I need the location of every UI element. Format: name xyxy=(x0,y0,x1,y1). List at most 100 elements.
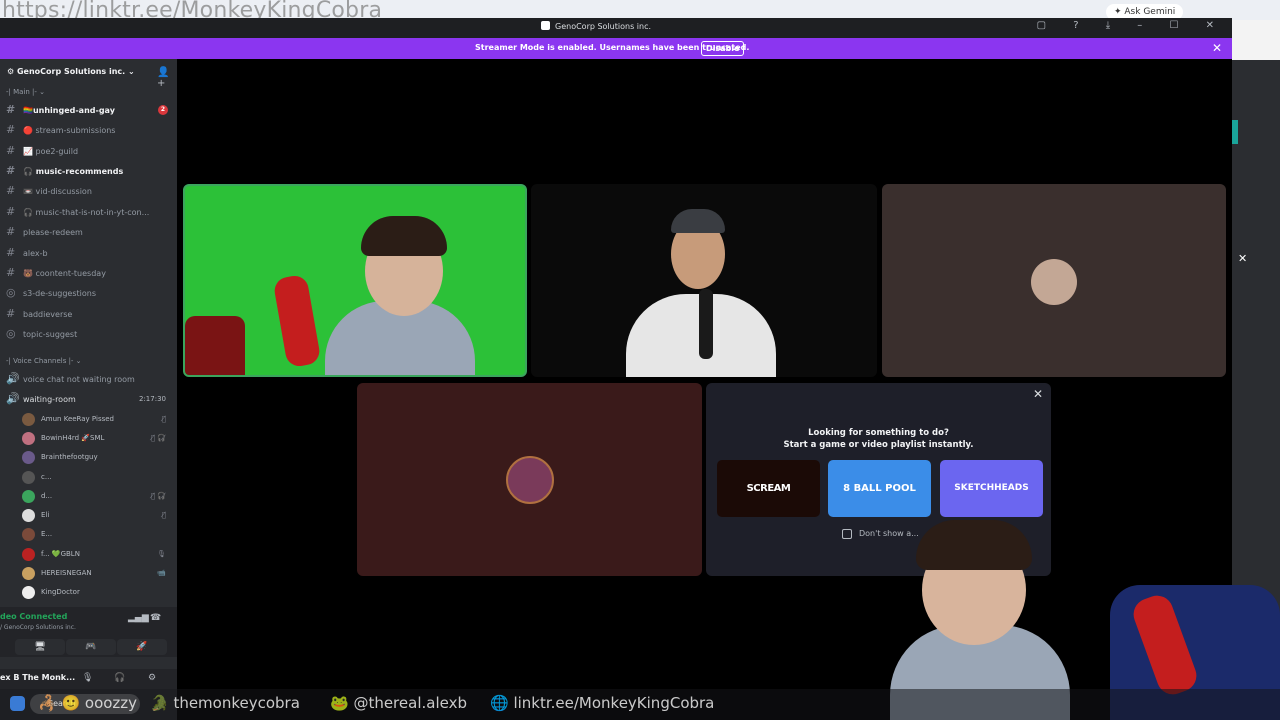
participant-avatar xyxy=(1031,259,1077,305)
avatar xyxy=(22,508,35,522)
video-tile-avatar[interactable] xyxy=(882,184,1226,377)
voice-user[interactable]: Amun KeeRay Pissed 🎙̸ xyxy=(22,411,172,427)
chair-shape xyxy=(185,316,245,375)
activity-button[interactable]: 🎮 xyxy=(66,639,116,655)
user-name: d... xyxy=(41,492,53,500)
activity-title: Looking for something to do? xyxy=(808,428,949,438)
voice-timer: 2:17:30 xyxy=(139,395,166,403)
close-icon[interactable]: ✕ xyxy=(1033,387,1043,401)
voice-user[interactable]: HEREISNEGAN 📹 xyxy=(22,565,172,581)
hash-icon: # xyxy=(6,184,16,197)
category-main[interactable]: -| Main |- ⌄ xyxy=(6,88,45,96)
discord-window-icon xyxy=(541,21,550,30)
participant-avatar xyxy=(506,456,554,504)
app-icon[interactable] xyxy=(10,696,25,711)
avatar xyxy=(22,547,35,561)
channel-item[interactable]: ◎ topic-suggest xyxy=(6,326,172,342)
current-user-name[interactable]: ex B The Monk... xyxy=(0,673,75,682)
signal-icon[interactable]: ▂▄▆ xyxy=(128,613,149,623)
person-hair xyxy=(916,520,1032,570)
video-tile-dark[interactable] xyxy=(531,184,877,377)
dont-show-checkbox[interactable] xyxy=(842,529,852,539)
hash-icon: # xyxy=(6,266,16,279)
channel-item[interactable]: # 📈 poe2-guild xyxy=(6,143,172,159)
banner-close-icon[interactable]: ✕ xyxy=(1212,41,1222,55)
voice-buttons: 🖥 🎮 🚀 xyxy=(0,639,177,655)
voice-channel-item[interactable]: 🔊 waiting-room 2:17:30 xyxy=(6,391,172,407)
voice-user[interactable]: d... 🎙̸ 🎧̸ xyxy=(22,488,172,504)
disable-button[interactable]: Disable xyxy=(701,41,745,56)
channel-item[interactable]: # alex-b xyxy=(6,245,172,261)
disconnect-icon[interactable]: ☎ xyxy=(150,613,161,623)
channel-label: 🔴 stream-submissions xyxy=(23,126,116,135)
channel-item[interactable]: # please-redeem xyxy=(6,224,172,240)
gear-icon[interactable]: ⚙ xyxy=(148,673,156,683)
hash-icon: # xyxy=(6,246,16,259)
channel-label: 🎧 music-that-is-not-in-yt-con... xyxy=(23,208,150,217)
user-bar: ex B The Monk... 🎙 🎧 ⚙ xyxy=(0,669,177,689)
voice-user[interactable]: c... xyxy=(22,469,172,485)
user-name: f... 💚GBLN xyxy=(41,550,80,558)
soundboard-button[interactable]: 🚀 xyxy=(117,639,167,655)
deafen-icon: 🎙̸ 🎧̸ xyxy=(150,434,166,442)
channel-label: please-redeem xyxy=(23,228,83,237)
overlay-tiktok: 🦂 🙂 ooozzy xyxy=(38,694,138,712)
voice-user[interactable]: Brainthefootguy xyxy=(22,449,172,465)
avatar xyxy=(22,412,35,426)
channel-label: 🐻 coontent-tuesday xyxy=(23,269,106,278)
voice-user[interactable]: E... xyxy=(22,526,172,542)
mic-icon[interactable]: 🎙 xyxy=(82,673,93,683)
voice-user[interactable]: KingDoctor xyxy=(22,584,172,600)
user-name: c... xyxy=(41,473,52,481)
server-name: GenoCorp Solutions inc. ⌄ xyxy=(16,67,135,76)
popup-close-icon[interactable]: ✕ xyxy=(1238,252,1247,265)
voice-connected-panel: deo Connected / GenoCorp Solutions inc. … xyxy=(0,607,177,657)
channel-item[interactable]: # 🎧 music-recommends xyxy=(6,163,172,179)
channel-item[interactable]: # 📼 vid-discussion xyxy=(6,183,172,199)
deafen-icon: 🎙̸ 🎧̸ xyxy=(150,492,166,500)
window-controls[interactable]: ▢ ? ⤓ – ☐ ✕ xyxy=(1037,20,1226,31)
camera-icon: 📹 xyxy=(157,569,166,577)
hash-icon: # xyxy=(6,164,16,177)
streamer-mode-banner: Streamer Mode is enabled. Usernames have… xyxy=(0,38,1232,59)
avatar xyxy=(22,431,35,445)
avatar xyxy=(22,527,35,541)
video-tile-avatar-2[interactable] xyxy=(357,383,702,576)
screen-share-button[interactable]: 🖥 xyxy=(15,639,65,655)
user-name: E... xyxy=(41,530,53,538)
channel-item[interactable]: # baddieverse xyxy=(6,306,172,322)
server-header[interactable]: ⚙ GenoCorp Solutions inc. ⌄ xyxy=(7,67,135,76)
hash-icon: # xyxy=(6,103,16,116)
server-icon: ⚙ xyxy=(7,67,17,76)
invite-icon[interactable]: 👤+ xyxy=(157,67,177,89)
hash-icon: # xyxy=(6,123,16,136)
hash-icon: # xyxy=(6,144,16,157)
channel-item[interactable]: # 🏳️‍🌈unhinged-and-gay 2 xyxy=(6,102,172,118)
avatar xyxy=(22,585,35,599)
channel-item[interactable]: ◎ s3-de-suggestions xyxy=(6,285,172,301)
voice-channel-item[interactable]: 🔊 voice chat not waiting room xyxy=(6,371,172,387)
avatar xyxy=(22,566,35,580)
channel-item[interactable]: # 🔴 stream-submissions xyxy=(6,122,172,138)
overlay-instagram: 🐸 @thereal.alexb xyxy=(330,694,467,712)
channel-label: s3-de-suggestions xyxy=(23,289,97,298)
voice-user[interactable]: BowinH4rd 🚀SML 🎙̸ 🎧̸ xyxy=(22,430,172,446)
mute-icon: 🎙̸ xyxy=(161,511,166,519)
channel-item[interactable]: # 🎧 music-that-is-not-in-yt-con... xyxy=(6,204,172,220)
window-title-text: GenoCorp Solutions inc. xyxy=(555,22,652,31)
voice-status: deo Connected xyxy=(0,612,68,621)
user-name: HEREISNEGAN xyxy=(41,569,92,577)
voice-user[interactable]: Eli 🎙̸ xyxy=(22,507,172,523)
taskbar: Search 🦂 🙂 ooozzy 🐊 themonkeycobra 🐸 @th… xyxy=(0,689,1280,720)
window-title-bar: GenoCorp Solutions inc. ▢ ? ⤓ – ☐ ✕ xyxy=(0,18,1232,38)
video-tile-greenscreen[interactable] xyxy=(183,184,527,377)
headphones-icon[interactable]: 🎧 xyxy=(114,673,125,683)
category-voice[interactable]: -| Voice Channels |- ⌄ xyxy=(6,357,82,365)
game-card-scream[interactable]: SCREAM xyxy=(717,460,820,517)
speaker-icon: 🔊 xyxy=(6,372,20,385)
window-title: GenoCorp Solutions inc. xyxy=(541,21,651,31)
mute-icon: 🎙̸ xyxy=(161,415,166,423)
channel-label: alex-b xyxy=(23,249,48,258)
channel-item[interactable]: # 🐻 coontent-tuesday xyxy=(6,265,172,281)
voice-user[interactable]: f... 💚GBLN 🎙 xyxy=(22,546,172,562)
